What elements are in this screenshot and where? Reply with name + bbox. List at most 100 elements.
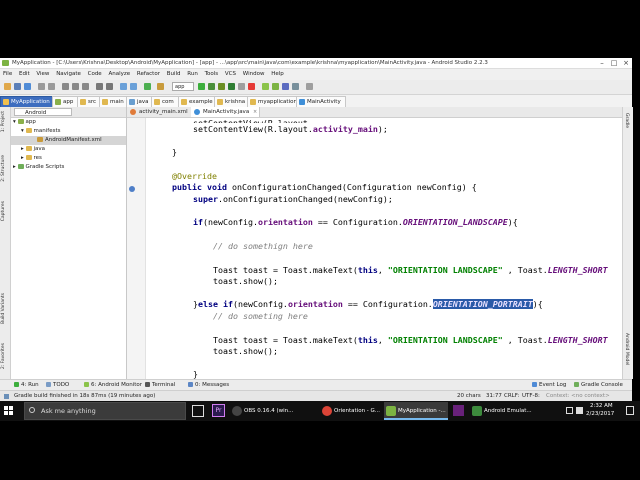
code-line: Toast toast = Toast.makeText(this, "ORIE… bbox=[213, 265, 608, 275]
tool-tab-project[interactable]: 1: Project bbox=[1, 111, 6, 132]
undo-icon[interactable] bbox=[38, 83, 45, 90]
copy-icon[interactable] bbox=[72, 83, 79, 90]
messages-icon bbox=[188, 381, 193, 387]
find-icon[interactable] bbox=[96, 83, 103, 90]
emulator-icon bbox=[472, 406, 482, 416]
run-icon[interactable] bbox=[198, 83, 205, 90]
android-studio-logo-icon bbox=[2, 60, 9, 66]
tab-activity-main-xml[interactable]: activity_main.xml× bbox=[127, 107, 199, 117]
gradle-icon bbox=[17, 163, 24, 169]
tab-mainactivity-java[interactable]: MainActivity.java × bbox=[191, 107, 261, 117]
redo-icon[interactable] bbox=[48, 83, 55, 90]
tool-tab-favorites[interactable]: 2: Favorites bbox=[1, 343, 6, 369]
menu-build[interactable]: Build bbox=[167, 71, 181, 77]
tree-item-res[interactable]: ▸ res bbox=[21, 154, 123, 163]
class-icon bbox=[299, 99, 305, 105]
windows-start-button[interactable] bbox=[4, 406, 14, 416]
taskbar-app-chrome[interactable]: Orientation - G... bbox=[320, 402, 382, 420]
make-project-icon[interactable] bbox=[144, 83, 151, 90]
taskbar-app-obs[interactable]: OBS 0.16.4 (win... bbox=[230, 402, 293, 420]
menu-analyze[interactable]: Analyze bbox=[108, 71, 130, 77]
clock-date[interactable]: 2/23/2017 bbox=[586, 411, 614, 417]
visual-studio-icon[interactable] bbox=[453, 405, 464, 416]
menu-window[interactable]: Window bbox=[243, 71, 265, 77]
tool-tab-captures[interactable]: Captures bbox=[1, 201, 6, 221]
tree-item-androidmanifest[interactable]: AndroidManifest.xml bbox=[11, 136, 126, 145]
stop-icon[interactable] bbox=[248, 83, 255, 90]
tool-tab-android-model[interactable]: Android Model bbox=[624, 333, 629, 365]
code-line: // do someting here bbox=[213, 311, 308, 321]
menu-help[interactable]: Help bbox=[271, 71, 284, 77]
premiere-icon[interactable]: Pr bbox=[212, 404, 225, 417]
menu-refactor[interactable]: Refactor bbox=[137, 71, 160, 77]
status-icon bbox=[4, 394, 9, 399]
tree-item-manifests[interactable]: ▾ manifests bbox=[21, 127, 123, 136]
tool-tab-structure[interactable]: 2: Structure bbox=[1, 155, 6, 182]
module-icon bbox=[17, 118, 24, 124]
close-tab-icon[interactable]: × bbox=[253, 107, 257, 117]
menu-vcs[interactable]: VCS bbox=[225, 71, 236, 77]
project-structure-icon[interactable] bbox=[292, 83, 299, 90]
android-icon bbox=[84, 381, 89, 387]
open-folder-icon[interactable] bbox=[4, 83, 11, 90]
windows-taskbar: Ask me anything Pr OBS 0.16.4 (win... Or… bbox=[0, 401, 640, 421]
menu-code[interactable]: Code bbox=[88, 71, 102, 77]
coverage-icon[interactable] bbox=[238, 83, 245, 90]
selected-text: ORIENTATION_PORTRAIT bbox=[432, 299, 533, 309]
cortana-search-input[interactable]: Ask me anything bbox=[24, 402, 186, 420]
folder-icon bbox=[25, 145, 32, 151]
save-icon[interactable] bbox=[14, 83, 21, 90]
menu-tools[interactable]: Tools bbox=[205, 71, 219, 77]
network-icon[interactable] bbox=[566, 407, 573, 414]
avd-manager-icon[interactable] bbox=[262, 83, 269, 90]
close-button[interactable]: × bbox=[620, 58, 632, 68]
project-panel: Android ▾ app ▾ manifests AndroidManifes… bbox=[11, 107, 127, 379]
sdk-manager-icon[interactable] bbox=[272, 83, 279, 90]
tool-tab-build-variants[interactable]: Build Variants bbox=[1, 293, 6, 324]
android-studio-icon bbox=[386, 406, 396, 416]
clock-time[interactable]: 2:32 AM bbox=[590, 403, 613, 409]
help-icon[interactable] bbox=[306, 83, 313, 90]
layout-file-icon bbox=[130, 109, 136, 115]
package-icon bbox=[217, 99, 223, 105]
attach-debugger-icon[interactable] bbox=[218, 83, 225, 90]
project-view-select[interactable]: Android bbox=[14, 108, 72, 116]
folder-icon bbox=[80, 99, 86, 105]
menu-navigate[interactable]: Navigate bbox=[56, 71, 81, 77]
code-line: toast.show(); bbox=[213, 276, 278, 286]
device-monitor-icon[interactable] bbox=[282, 83, 289, 90]
maximize-button[interactable]: □ bbox=[608, 58, 620, 68]
system-tray: 2:32 AM 2/23/2017 bbox=[560, 401, 640, 421]
debug-icon[interactable] bbox=[208, 83, 215, 90]
taskbar-app-android-emulator[interactable]: Android Emulat... bbox=[470, 402, 534, 420]
package-icon bbox=[154, 99, 160, 105]
tree-item-gradle-scripts[interactable]: ▸ Gradle Scripts bbox=[13, 163, 123, 172]
volume-icon[interactable] bbox=[576, 407, 583, 414]
run-config-select[interactable]: app bbox=[172, 82, 194, 91]
cut-icon[interactable] bbox=[62, 83, 69, 90]
hammer-icon[interactable] bbox=[157, 83, 164, 90]
tree-item-app[interactable]: ▾ app bbox=[13, 118, 123, 127]
taskbar-app-android-studio[interactable]: MyApplication -... bbox=[384, 402, 448, 420]
minimize-button[interactable]: – bbox=[596, 58, 608, 68]
menu-bar: File Edit View Navigate Code Analyze Ref… bbox=[0, 69, 632, 80]
forward-icon[interactable] bbox=[130, 83, 137, 90]
code-line: } bbox=[193, 369, 198, 379]
menu-edit[interactable]: Edit bbox=[19, 71, 30, 77]
profile-icon[interactable] bbox=[228, 83, 235, 90]
menu-run[interactable]: Run bbox=[187, 71, 198, 77]
notifications-icon[interactable] bbox=[626, 406, 634, 415]
main-toolbar: app bbox=[0, 80, 632, 95]
tree-item-java[interactable]: ▸ java bbox=[21, 145, 123, 154]
menu-file[interactable]: File bbox=[3, 71, 12, 77]
tool-tab-gradle[interactable]: Gradle bbox=[624, 113, 629, 128]
replace-icon[interactable] bbox=[106, 83, 113, 90]
paste-icon[interactable] bbox=[82, 83, 89, 90]
back-icon[interactable] bbox=[120, 83, 127, 90]
sync-icon[interactable] bbox=[24, 83, 31, 90]
task-view-icon[interactable] bbox=[192, 405, 204, 417]
override-marker-icon[interactable] bbox=[129, 186, 135, 192]
todo-icon bbox=[46, 381, 51, 387]
menu-view[interactable]: View bbox=[36, 71, 49, 77]
code-editor[interactable]: setContentView(R.layout. setContentView(… bbox=[146, 118, 622, 379]
